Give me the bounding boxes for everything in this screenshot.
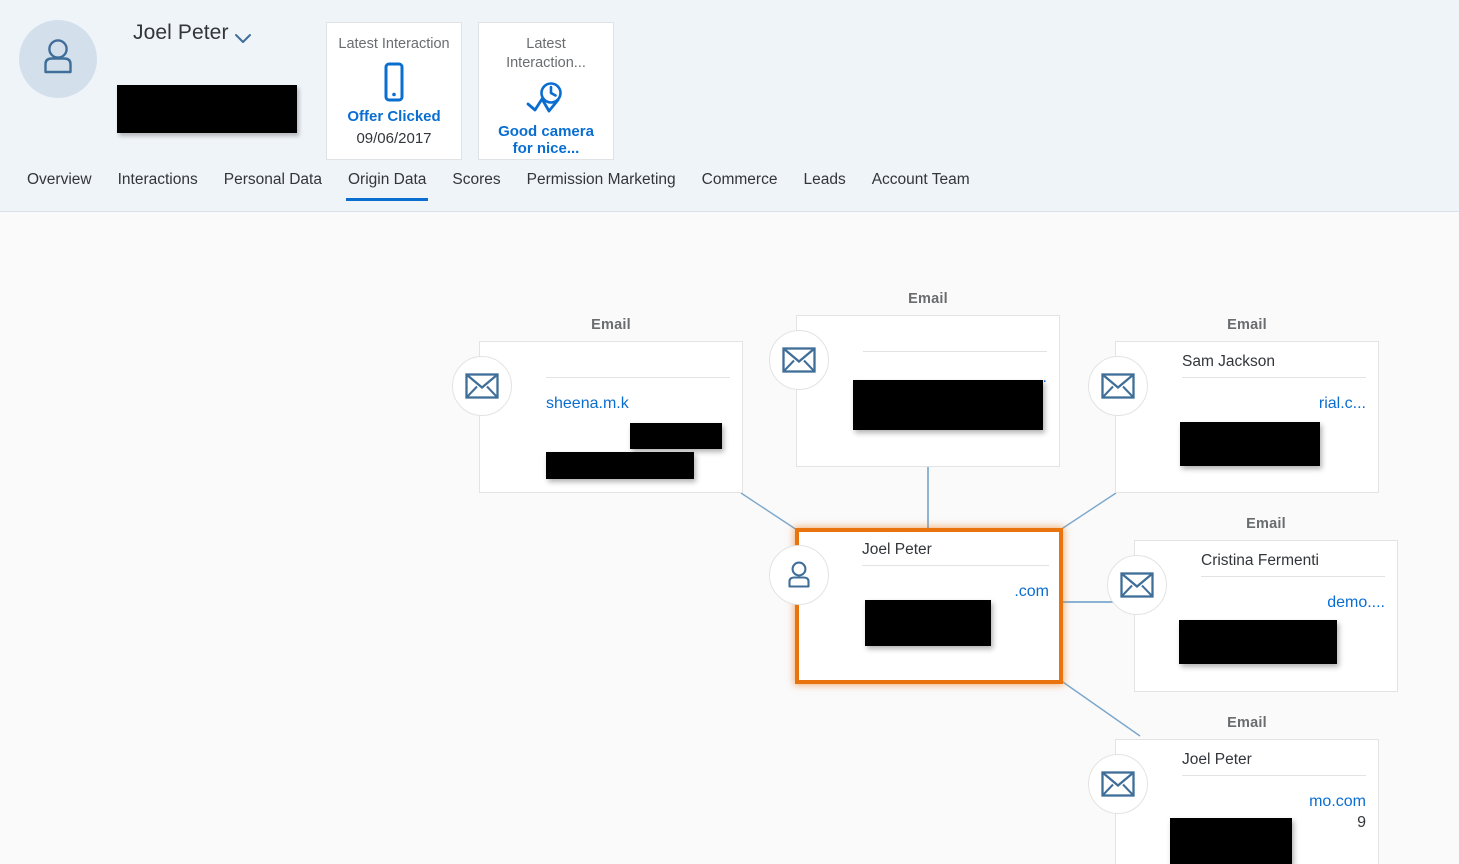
node-title	[863, 325, 1047, 347]
node-title: Joel Peter	[862, 541, 932, 558]
node-email-link[interactable]: mo.com	[1182, 793, 1366, 811]
redaction-block	[853, 380, 1043, 430]
tile-latest-interaction[interactable]: Latest Interaction Offer Clicked 09/06/2…	[326, 22, 462, 160]
origin-data-graph-canvas[interactable]: Email sheena.m.k Email ... Email Sam Jac…	[0, 212, 1459, 864]
tab-leads[interactable]: Leads	[790, 165, 858, 203]
node-card-body: sheena.m.k	[546, 351, 730, 413]
graph-node-email-sam-jackson[interactable]: Email Sam Jackson rial.c...	[1088, 317, 1379, 493]
node-type-label: Email	[1246, 516, 1286, 532]
node-title: Cristina Fermenti	[1201, 552, 1319, 569]
tab-origin-data[interactable]: Origin Data	[335, 165, 439, 203]
tile-value-label: Good camera for nice...	[498, 123, 594, 157]
envelope-icon	[769, 330, 829, 390]
tab-scores[interactable]: Scores	[439, 165, 513, 203]
node-card[interactable]: Sam Jackson rial.c...	[1088, 341, 1379, 493]
node-email-link[interactable]: demo....	[1201, 594, 1385, 612]
tab-commerce[interactable]: Commerce	[689, 165, 791, 203]
tab-permission-marketing[interactable]: Permission Marketing	[514, 165, 689, 203]
node-card-body: Sam Jackson rial.c...	[1182, 351, 1366, 413]
kpi-tile-group: Latest Interaction Offer Clicked 09/06/2…	[326, 22, 614, 160]
activity-timeline-icon	[524, 81, 568, 119]
tab-interactions[interactable]: Interactions	[105, 165, 211, 203]
node-title: Sam Jackson	[1182, 353, 1276, 370]
node-card-body: Cristina Fermenti demo....	[1201, 550, 1385, 612]
graph-node-email-top-center[interactable]: Email ...	[769, 291, 1060, 467]
node-card[interactable]: ...	[769, 315, 1060, 467]
node-type-label: Email	[1227, 317, 1267, 333]
tab-account-team[interactable]: Account Team	[859, 165, 983, 203]
person-icon	[35, 34, 81, 85]
redaction-block	[865, 600, 991, 646]
divider	[1182, 377, 1366, 378]
tile-value-label: Offer Clicked	[347, 108, 441, 125]
envelope-icon	[1088, 356, 1148, 416]
page-header: Joel Peter Latest Interaction Offer Clic…	[0, 0, 1459, 212]
envelope-icon	[452, 356, 512, 416]
node-title	[546, 351, 730, 373]
redaction-block	[630, 423, 722, 449]
graph-node-email-cristina-fermenti[interactable]: Email Cristina Fermenti demo....	[1107, 516, 1398, 692]
node-type-label: Email	[908, 291, 948, 307]
node-title: Joel Peter	[1182, 751, 1252, 768]
person-icon	[769, 545, 829, 605]
node-type-label: Email	[591, 317, 631, 333]
redaction-block	[1180, 422, 1320, 466]
envelope-icon	[1107, 555, 1167, 615]
node-type-label: Email	[1227, 715, 1267, 731]
tile-title: Latest Interaction	[338, 36, 450, 52]
tile-latest-interaction-secondary[interactable]: Latest Interaction... Good camera for ni…	[478, 22, 614, 160]
graph-node-email-joel-peter[interactable]: Email Joel Peter mo.com 9	[1088, 715, 1379, 864]
tab-bar: Overview Interactions Personal Data Orig…	[0, 165, 1459, 211]
divider	[862, 565, 1049, 566]
node-email-link[interactable]: rial.c...	[1182, 395, 1366, 413]
node-card-body: Joel Peter .com	[862, 539, 1049, 601]
graph-node-contact-joel-peter[interactable]: Joel Peter .com	[769, 528, 1063, 684]
chevron-down-icon[interactable]	[232, 27, 254, 49]
divider	[546, 377, 730, 378]
graph-node-email-sheena[interactable]: Email sheena.m.k	[452, 317, 743, 493]
node-email-link[interactable]: sheena.m.k	[546, 395, 730, 413]
redaction-block-header	[117, 85, 297, 133]
node-email-link[interactable]: .com	[862, 583, 1049, 601]
node-card[interactable]: Cristina Fermenti demo....	[1107, 540, 1398, 692]
node-card-body: ...	[863, 325, 1047, 387]
mobile-phone-icon	[379, 62, 409, 104]
redaction-block	[1170, 818, 1292, 864]
node-card[interactable]: Joel Peter mo.com 9	[1088, 739, 1379, 864]
divider	[1182, 775, 1366, 776]
page-title: Joel Peter	[133, 21, 229, 44]
node-card[interactable]: sheena.m.k	[452, 341, 743, 493]
tab-personal-data[interactable]: Personal Data	[211, 165, 335, 203]
tile-title: Latest Interaction...	[506, 36, 586, 71]
tab-overview[interactable]: Overview	[14, 165, 105, 203]
divider	[1201, 576, 1385, 577]
tile-date: 09/06/2017	[356, 130, 432, 147]
avatar	[19, 20, 97, 98]
redaction-block	[546, 452, 694, 479]
redaction-block	[1179, 620, 1337, 664]
envelope-icon	[1088, 754, 1148, 814]
divider	[863, 351, 1047, 352]
node-card-selected[interactable]: Joel Peter .com	[769, 528, 1063, 684]
